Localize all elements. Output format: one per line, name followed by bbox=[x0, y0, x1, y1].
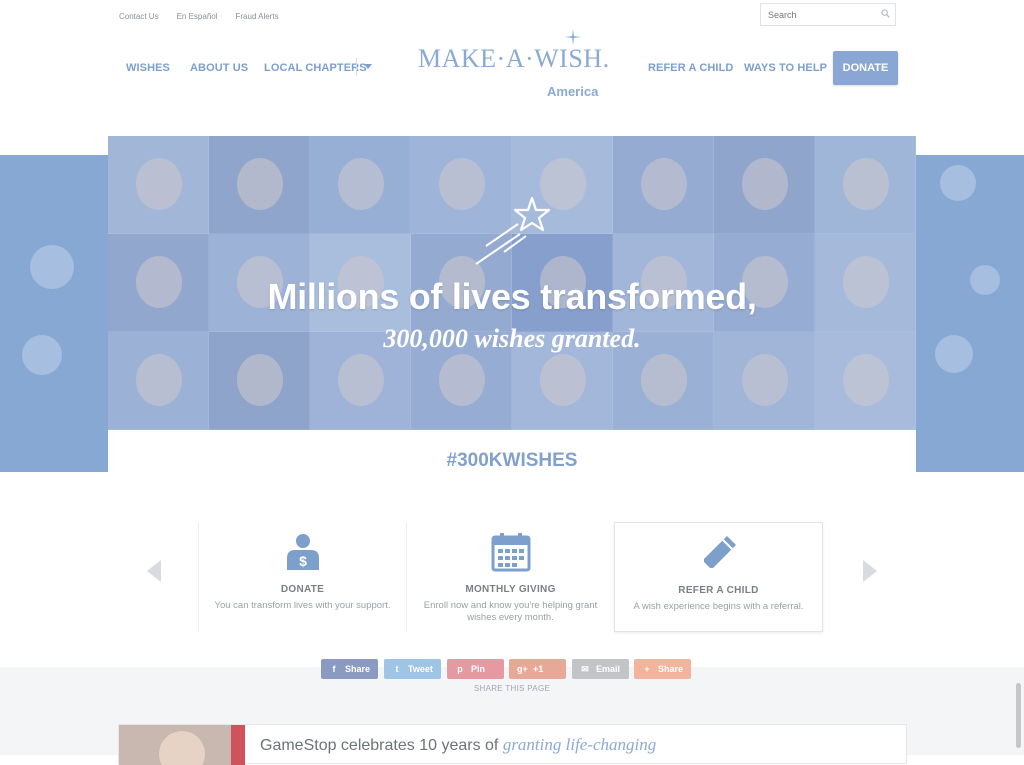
carousel-next-arrow[interactable] bbox=[863, 560, 877, 582]
nav-wishes[interactable]: WISHES bbox=[126, 62, 170, 74]
story-image bbox=[119, 725, 245, 765]
card-description: A wish experience begins with a referral… bbox=[633, 601, 804, 612]
hero-banner[interactable]: Millions of lives transformed, 300,000 w… bbox=[108, 136, 916, 430]
calendar-icon bbox=[491, 533, 530, 572]
search-input[interactable] bbox=[761, 4, 878, 25]
logo-subtitle: America bbox=[547, 84, 599, 99]
pinterest-pin-button[interactable]: p Pin bbox=[447, 659, 504, 679]
carousel-prev-arrow[interactable] bbox=[147, 560, 161, 582]
email-share-button[interactable]: ✉ Email bbox=[572, 659, 629, 679]
facebook-icon: f bbox=[332, 664, 336, 674]
card-description: You can transform lives with your suppor… bbox=[214, 600, 391, 611]
card-monthly-giving[interactable]: MONTHLY GIVING Enroll now and know you'r… bbox=[406, 522, 614, 632]
star-icon bbox=[564, 28, 582, 46]
search-box bbox=[760, 3, 896, 26]
facebook-share-button[interactable]: f Share bbox=[321, 659, 378, 679]
shooting-star-icon bbox=[475, 196, 551, 265]
story-headline: GameStop celebrates 10 years of granting… bbox=[260, 735, 657, 754]
more-share-button[interactable]: + Share bbox=[634, 659, 691, 679]
card-title: REFER A CHILD bbox=[678, 585, 759, 596]
story-teaser[interactable]: GameStop celebrates 10 years of granting… bbox=[118, 724, 907, 765]
person-dollar-icon: $ bbox=[286, 534, 319, 570]
chevron-down-icon[interactable] bbox=[364, 64, 372, 69]
hero-subheadline: 300,000 wishes granted. bbox=[383, 324, 641, 353]
scrollbar[interactable] bbox=[1016, 683, 1021, 748]
card-description: Enroll now and know you're helping grant… bbox=[423, 600, 598, 623]
email-icon: ✉ bbox=[581, 663, 589, 674]
utility-nav: Contact Us En Español Fraud Alerts bbox=[119, 12, 279, 21]
card-refer-a-child[interactable]: REFER A CHILD A wish experience begins w… bbox=[614, 522, 823, 632]
fraud-alerts-link[interactable]: Fraud Alerts bbox=[236, 12, 279, 21]
twitter-tweet-button[interactable]: t Tweet bbox=[384, 659, 441, 679]
nav-refer-a-child[interactable]: REFER A CHILD bbox=[648, 62, 733, 74]
google-plus-button[interactable]: g+ +1 bbox=[509, 659, 566, 679]
plus-icon: + bbox=[644, 664, 650, 674]
nav-about-us[interactable]: ABOUT US bbox=[190, 62, 248, 74]
hashtag-box: #300KWISHES bbox=[108, 430, 916, 492]
search-icon[interactable] bbox=[881, 9, 890, 18]
google-plus-icon: g+ bbox=[517, 664, 528, 674]
pinterest-icon: p bbox=[457, 664, 463, 674]
hero-headline: Millions of lives transformed, bbox=[267, 276, 757, 317]
nav-local-chapters[interactable]: LOCAL CHAPTERS bbox=[264, 62, 367, 74]
card-title: MONTHLY GIVING bbox=[465, 584, 556, 595]
contact-us-link[interactable]: Contact Us bbox=[119, 12, 159, 21]
hashtag[interactable]: #300KWISHES bbox=[108, 450, 916, 472]
donate-button[interactable]: DONATE bbox=[833, 51, 898, 85]
logo[interactable]: MAKE·A·WISH. bbox=[418, 44, 610, 74]
en-espanol-link[interactable]: En Español bbox=[177, 12, 218, 21]
pencil-icon bbox=[703, 536, 736, 568]
svg-text:$: $ bbox=[299, 553, 307, 569]
share-label: SHARE THIS PAGE bbox=[473, 684, 551, 693]
card-title: DONATE bbox=[280, 584, 325, 595]
nav-divider bbox=[356, 58, 357, 76]
nav-ways-to-help[interactable]: WAYS TO HELP bbox=[744, 62, 827, 74]
twitter-icon: t bbox=[395, 664, 399, 674]
card-donate[interactable]: $ DONATE You can transform lives with yo… bbox=[198, 522, 406, 632]
